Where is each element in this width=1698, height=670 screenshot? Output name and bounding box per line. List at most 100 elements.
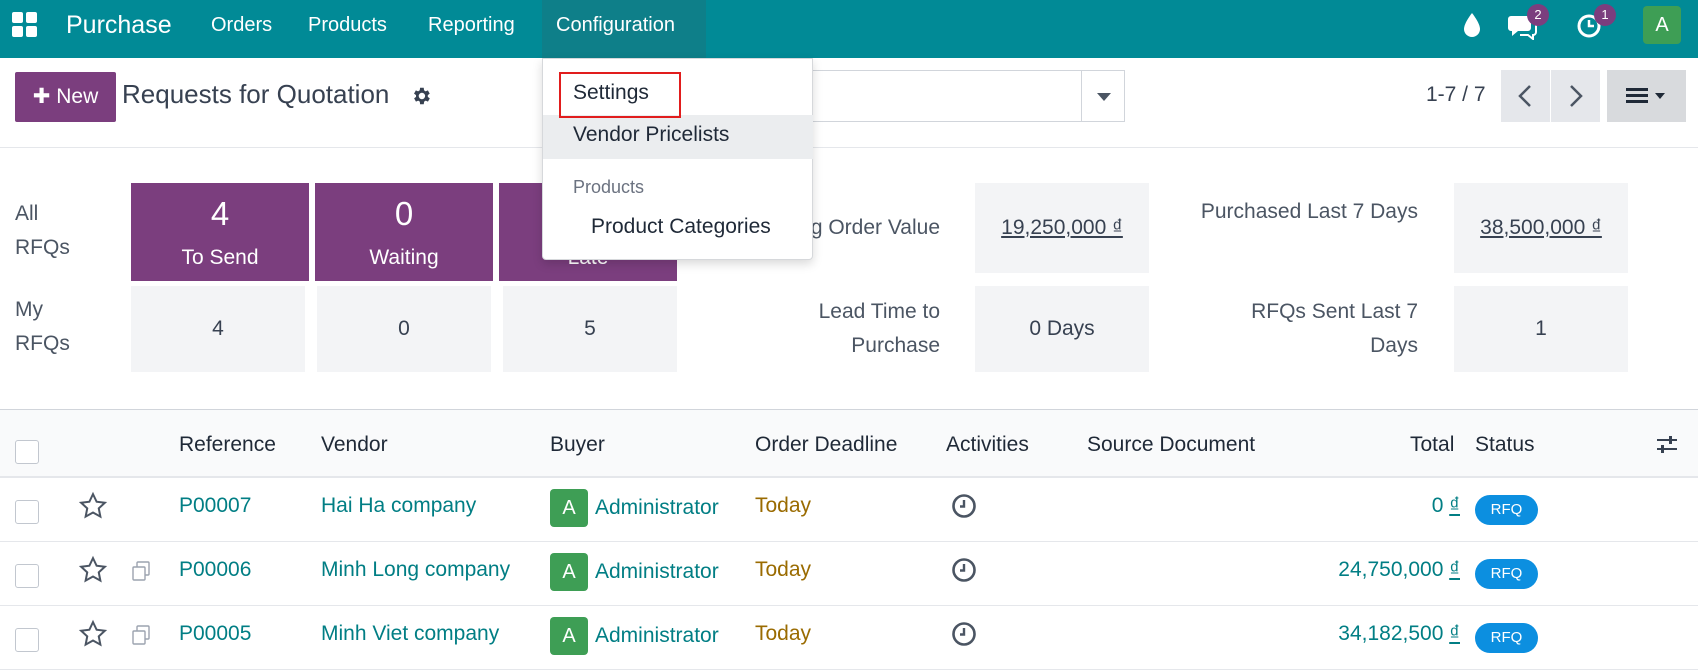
menu-item-product-categories[interactable]: Product Categories (591, 215, 771, 239)
messages-count-badge: 2 (1527, 4, 1549, 26)
row-checkbox[interactable] (15, 564, 39, 588)
row-buyer[interactable]: Administrator (595, 496, 719, 520)
kpi-lead-time-value: 0 Days (975, 286, 1149, 372)
chevron-right-icon (1570, 85, 1583, 107)
menu-item-vendor-pricelists[interactable]: Vendor Pricelists (573, 123, 729, 147)
optional-columns-icon[interactable] (1655, 433, 1679, 457)
star-icon[interactable] (78, 555, 108, 585)
copy-document-icon (132, 561, 150, 581)
row-checkbox[interactable] (15, 500, 39, 524)
control-panel-divider (0, 147, 1698, 148)
column-status[interactable]: Status (1475, 433, 1535, 457)
row-buyer[interactable]: Administrator (595, 560, 719, 584)
row-reference[interactable]: P00006 (179, 558, 251, 582)
my-rfqs-label: My RFQs (15, 298, 70, 355)
row-deadline: Today (755, 494, 812, 517)
row-buyer[interactable]: Administrator (595, 624, 719, 648)
row-vendor[interactable]: Hai Ha company (321, 494, 476, 518)
list-view-icon (1626, 88, 1665, 103)
table-row[interactable]: P00006 Minh Long company A Administrator… (0, 543, 1698, 606)
star-icon[interactable] (78, 491, 108, 521)
activity-clock-icon[interactable] (951, 493, 977, 519)
copy-document-icon (132, 625, 150, 645)
row-total-currency: ₫ (1449, 558, 1460, 581)
column-activities[interactable]: Activities (946, 433, 1029, 457)
tile-waiting-label: Waiting (369, 246, 439, 269)
tile-to-send-label: To Send (181, 246, 259, 269)
all-rfqs-label: All RFQs (15, 202, 70, 259)
pager-previous-button[interactable] (1501, 70, 1550, 122)
list-view-switch-button[interactable] (1607, 70, 1686, 122)
row-total-currency: ₫ (1449, 622, 1460, 645)
pager-next-button[interactable] (1551, 70, 1600, 122)
status-badge: RFQ (1475, 495, 1538, 525)
column-buyer[interactable]: Buyer (550, 433, 605, 457)
menu-products[interactable]: Products (308, 14, 387, 37)
row-reference[interactable]: P00007 (179, 494, 251, 518)
row-total-currency: ₫ (1449, 494, 1460, 517)
gear-icon[interactable] (410, 85, 432, 107)
top-navbar: Purchase Orders Products Reporting Confi… (0, 0, 1698, 58)
my-late-value[interactable]: 5 (503, 286, 677, 372)
kpi-avg-order-value-text: 19,250,000 ₫ (1001, 216, 1123, 239)
column-total[interactable]: Total (1410, 433, 1454, 457)
my-waiting-value[interactable]: 0 (317, 286, 491, 372)
menu-orders[interactable]: Orders (211, 14, 272, 37)
row-deadline: Today (755, 558, 812, 581)
activity-clock-icon[interactable] (951, 621, 977, 647)
column-source-document[interactable]: Source Document (1087, 433, 1255, 457)
tile-to-send-value: 4 (210, 195, 230, 232)
new-button-label: New (56, 85, 99, 108)
kpi-purchased-last-7: 38,500,000 ₫ (1454, 183, 1628, 273)
buyer-avatar: A (550, 553, 588, 591)
kpi-purchased-last-7-text: 38,500,000 ₫ (1480, 216, 1602, 239)
menu-item-settings[interactable]: Settings (573, 81, 649, 105)
row-total: 34,182,500 ₫ (1230, 622, 1460, 646)
column-order-deadline[interactable]: Order Deadline (755, 433, 897, 457)
my-to-send-value[interactable]: 4 (131, 286, 305, 372)
row-total-amount: 0 (1431, 494, 1444, 517)
row-deadline: Today (755, 622, 812, 645)
row-vendor[interactable]: Minh Viet company (321, 622, 499, 646)
menu-reporting[interactable]: Reporting (428, 14, 515, 37)
new-button[interactable]: ✚ New (15, 72, 116, 122)
select-all-checkbox[interactable] (15, 440, 39, 464)
row-total-amount: 34,182,500 (1338, 622, 1444, 645)
tile-waiting-value: 0 (394, 195, 414, 232)
row-checkbox[interactable] (15, 628, 39, 652)
status-badge: RFQ (1475, 559, 1538, 589)
debug-drop-icon[interactable] (1462, 12, 1482, 38)
user-avatar[interactable]: A (1643, 6, 1681, 44)
app-brand[interactable]: Purchase (66, 11, 172, 40)
pager-value[interactable]: 1-7 / 7 (1426, 83, 1486, 107)
tile-to-send[interactable]: 4 To Send (131, 183, 309, 281)
activity-clock-icon[interactable] (951, 557, 977, 583)
page-title: Requests for Quotation (122, 79, 390, 109)
kpi-rfqs-sent-label: RFQs Sent Last 7 Days (1251, 300, 1418, 357)
row-total-amount: 24,750,000 (1338, 558, 1444, 581)
activities-count-badge: 1 (1594, 4, 1616, 26)
menu-configuration[interactable]: Configuration (556, 14, 675, 37)
row-reference[interactable]: P00005 (179, 622, 251, 646)
table-row[interactable]: P00007 Hai Ha company A Administrator To… (0, 479, 1698, 542)
tile-waiting[interactable]: 0 Waiting (315, 183, 493, 281)
table-row[interactable]: P00005 Minh Viet company A Administrator… (0, 607, 1698, 670)
app-grid-icon[interactable] (12, 12, 40, 40)
row-vendor[interactable]: Minh Long company (321, 558, 510, 582)
column-vendor[interactable]: Vendor (321, 433, 388, 457)
buyer-avatar: A (550, 617, 588, 655)
row-total: 24,750,000 ₫ (1230, 558, 1460, 582)
status-badge: RFQ (1475, 623, 1538, 653)
kpi-avg-order-value: 19,250,000 ₫ (975, 183, 1149, 273)
star-icon[interactable] (78, 619, 108, 649)
menu-section-products: Products (573, 177, 645, 197)
row-total: 0 ₫ (1230, 494, 1460, 518)
kpi-purchased-last-7-label: Purchased Last 7 Days (1200, 200, 1418, 223)
configuration-dropdown-menu: Settings Vendor Pricelists Products Prod… (542, 58, 813, 260)
kpi-lead-time-label: Lead Time to Purchase (818, 300, 940, 357)
buyer-avatar: A (550, 489, 588, 527)
column-reference[interactable]: Reference (179, 433, 276, 457)
chevron-left-icon (1518, 85, 1531, 107)
plus-icon: ✚ (32, 85, 51, 108)
search-options-toggle[interactable] (1081, 70, 1125, 122)
